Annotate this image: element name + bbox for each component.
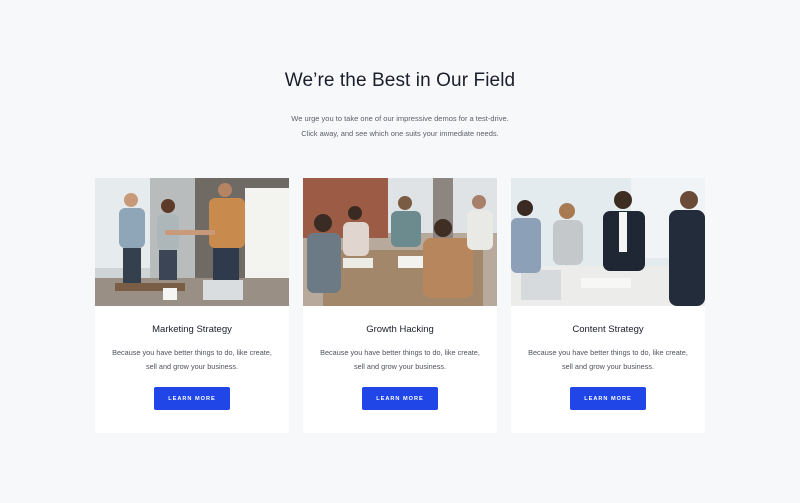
card-growth-hacking: Growth Hacking Because you have better t… [303,178,497,433]
team-handshake-photo [95,178,289,306]
business-meeting-photo [511,178,705,306]
section-title: We’re the Best in Our Field [284,70,516,91]
section-subtitle-line-1: We urge you to take one of our impressiv… [291,114,509,123]
card-description-line-2: sell and grow your business. [353,361,447,371]
features-section: We’re the Best in Our Field We urge you … [0,0,800,503]
learn-more-button[interactable]: LEARN MORE [362,387,438,410]
card-description: Because you have better things to do, li… [521,346,695,373]
card-description: Because you have better things to do, li… [105,346,279,373]
section-subtitle-line-2: Click away, and see which one suits your… [301,129,499,138]
card-description: Because you have better things to do, li… [313,346,487,373]
card-description-line-2: sell and grow your business. [561,361,655,371]
card-title: Content Strategy [572,324,644,335]
card-title: Marketing Strategy [152,324,232,335]
card-content-strategy: Content Strategy Because you have better… [511,178,705,433]
card-title: Growth Hacking [366,324,434,335]
card-marketing-strategy: Marketing Strategy Because you have bett… [95,178,289,433]
section-subtitle: We urge you to take one of our impressiv… [0,111,800,141]
learn-more-button[interactable]: LEARN MORE [154,387,230,410]
card-description-line-1: Because you have better things to do, li… [320,348,480,357]
card-description-line-1: Because you have better things to do, li… [112,348,272,357]
card-description-line-1: Because you have better things to do, li… [528,348,688,357]
card-description-line-2: sell and grow your business. [145,361,239,371]
learn-more-button[interactable]: LEARN MORE [570,387,646,410]
team-meeting-table-photo [303,178,497,306]
